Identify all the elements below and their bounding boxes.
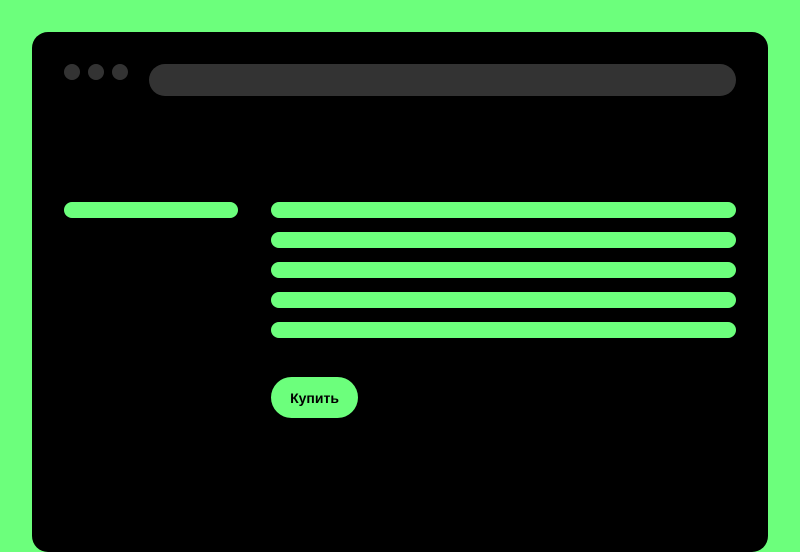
window-control-dot[interactable] [88,64,104,80]
sidebar-placeholder-line [64,202,238,218]
content-placeholder-line [271,322,736,338]
content-placeholder-line [271,202,736,218]
browser-window: Купить [32,32,768,552]
content-placeholder-line [271,292,736,308]
buy-button[interactable]: Купить [271,377,358,418]
content-placeholder-line [271,262,736,278]
window-control-dot[interactable] [64,64,80,80]
content-placeholder-line [271,232,736,248]
window-control-dot[interactable] [112,64,128,80]
address-bar[interactable] [149,64,736,96]
